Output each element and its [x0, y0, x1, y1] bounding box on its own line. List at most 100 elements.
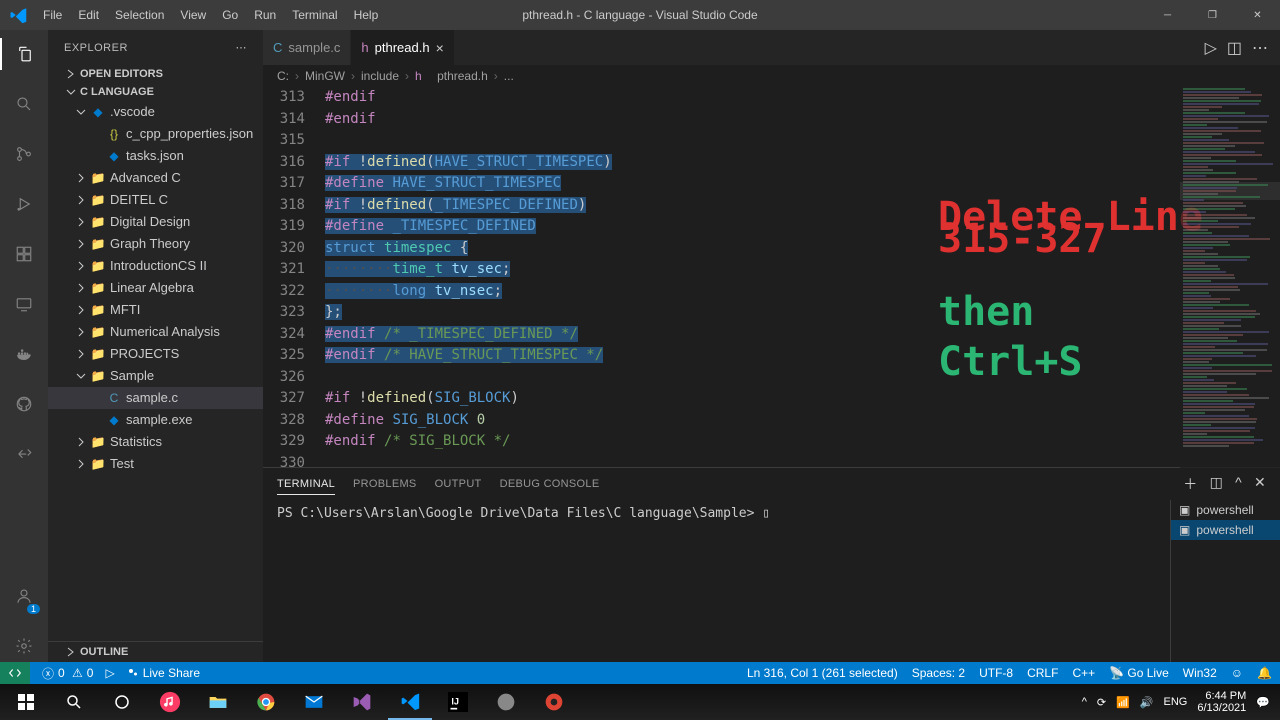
mail-icon[interactable] — [292, 684, 336, 720]
explorer-icon[interactable] — [0, 38, 48, 70]
indentation[interactable]: Spaces: 2 — [912, 666, 965, 680]
project-section[interactable]: C LANGUAGE — [48, 83, 263, 101]
new-terminal-icon[interactable]: ＋ — [1183, 474, 1197, 494]
notifications-icon[interactable]: 🔔 — [1257, 666, 1272, 680]
menu-help[interactable]: Help — [346, 8, 387, 22]
go-live[interactable]: 📡 Go Live — [1109, 666, 1169, 680]
live-share[interactable]: Live Share — [127, 666, 200, 680]
open-editors-section[interactable]: OPEN EDITORS — [48, 65, 263, 83]
app-icon[interactable] — [484, 684, 528, 720]
chrome-icon[interactable] — [244, 684, 288, 720]
feedback-icon[interactable]: ☺ — [1231, 666, 1243, 680]
menu-go[interactable]: Go — [214, 8, 246, 22]
tab-more-icon[interactable]: ⋯ — [1252, 38, 1268, 58]
platform[interactable]: Win32 — [1183, 666, 1217, 680]
intellij-icon[interactable]: IJ — [436, 684, 480, 720]
language-mode[interactable]: C++ — [1072, 666, 1095, 680]
tree-item[interactable]: 📁Numerical Analysis — [48, 321, 263, 343]
tree-item[interactable]: 📁IntroductionCS II — [48, 255, 263, 277]
search-icon[interactable] — [0, 88, 48, 120]
cortana-icon[interactable] — [100, 684, 144, 720]
tree-item[interactable]: 📁DEITEL C — [48, 189, 263, 211]
clock[interactable]: 6:44 PM 6/13/2021 — [1197, 690, 1246, 714]
tree-item[interactable]: {}c_cpp_properties.json — [48, 123, 263, 145]
outline-section[interactable]: OUTLINE — [48, 641, 263, 662]
tree-item[interactable]: 📁Statistics — [48, 431, 263, 453]
tree-item[interactable]: 📁MFTI — [48, 299, 263, 321]
tree-item[interactable]: 📁Digital Design — [48, 211, 263, 233]
overlay-instruction-green: Ctrl+S — [938, 352, 1083, 374]
notifications-taskbar-icon[interactable]: 💬 — [1256, 696, 1270, 709]
remote-indicator[interactable] — [0, 662, 30, 684]
run-debug-icon[interactable] — [0, 188, 48, 220]
close-panel-icon[interactable]: ✕ — [1254, 474, 1266, 494]
tray-network-icon[interactable]: 📶 — [1116, 696, 1130, 709]
run-status[interactable]: ▷ — [105, 666, 114, 680]
tree-item[interactable]: 📁Linear Algebra — [48, 277, 263, 299]
run-play-icon[interactable]: ▷ — [1205, 38, 1217, 58]
close-button[interactable]: ✕ — [1235, 0, 1280, 30]
panel-tab-terminal[interactable]: TERMINAL — [277, 474, 335, 495]
tree-item[interactable]: 📁PROJECTS — [48, 343, 263, 365]
source-control-icon[interactable] — [0, 138, 48, 170]
split-editor-icon[interactable]: ◫ — [1227, 38, 1242, 58]
menu-file[interactable]: File — [35, 8, 70, 22]
errors-warnings[interactable]: ⓧ 0 ⚠ 0 — [42, 665, 93, 682]
close-tab-icon[interactable]: × — [436, 40, 444, 56]
accounts-icon[interactable]: 1 — [0, 580, 48, 612]
settings-gear-icon[interactable] — [0, 630, 48, 662]
panel-tab-output[interactable]: OUTPUT — [435, 474, 482, 494]
tray-volume-icon[interactable]: 🔊 — [1140, 696, 1154, 709]
split-terminal-icon[interactable]: ◫ — [1210, 474, 1224, 494]
vscode-logo-icon — [0, 6, 35, 24]
cursor-position[interactable]: Ln 316, Col 1 (261 selected) — [747, 666, 898, 680]
editor-tab[interactable]: hpthread.h× — [351, 30, 454, 65]
tree-item[interactable]: 📁Advanced C — [48, 167, 263, 189]
docker-icon[interactable] — [0, 338, 48, 370]
explorer-more-icon[interactable]: ⋯ — [236, 41, 248, 54]
github-icon[interactable] — [0, 388, 48, 420]
maximize-button[interactable]: ❐ — [1190, 0, 1235, 30]
system-tray: ^ ⟳ 📶 🔊 ENG 6:44 PM 6/13/2021 💬 — [1082, 690, 1276, 714]
tray-language[interactable]: ENG — [1164, 696, 1188, 708]
terminal-item[interactable]: ▣powershell — [1171, 500, 1280, 520]
app-icon[interactable] — [532, 684, 576, 720]
menu-run[interactable]: Run — [246, 8, 284, 22]
menu-selection[interactable]: Selection — [107, 8, 172, 22]
remote-explorer-icon[interactable] — [0, 288, 48, 320]
shell-icon: ▣ — [1179, 523, 1190, 537]
start-button[interactable] — [4, 684, 48, 720]
extensions-icon[interactable] — [0, 238, 48, 270]
maximize-panel-icon[interactable]: ^ — [1235, 474, 1242, 494]
minimize-button[interactable]: ─ — [1145, 0, 1190, 30]
search-taskbar-icon[interactable] — [52, 684, 96, 720]
tree-item[interactable]: ◆sample.exe — [48, 409, 263, 431]
live-share-icon[interactable] — [0, 438, 48, 470]
menu-edit[interactable]: Edit — [70, 8, 107, 22]
menu-view[interactable]: View — [172, 8, 214, 22]
encoding[interactable]: UTF-8 — [979, 666, 1013, 680]
breadcrumb[interactable]: C:› MinGW› include› h pthread.h› ... — [263, 65, 1280, 87]
terminal-list: ▣powershell ▣powershell — [1170, 500, 1280, 662]
panel-tab-problems[interactable]: PROBLEMS — [353, 474, 417, 494]
menu-terminal[interactable]: Terminal — [284, 8, 345, 22]
code-area[interactable]: 3133143153163173183193203213223233243253… — [263, 87, 1280, 467]
tree-item[interactable]: 📁Graph Theory — [48, 233, 263, 255]
vscode-taskbar-icon[interactable] — [388, 684, 432, 720]
minimap[interactable] — [1180, 87, 1280, 477]
itunes-icon[interactable] — [148, 684, 192, 720]
tree-item[interactable]: 📁Sample — [48, 365, 263, 387]
tree-item[interactable]: ◆tasks.json — [48, 145, 263, 167]
editor-tab[interactable]: Csample.c — [263, 30, 351, 65]
terminal-output[interactable]: PS C:\Users\Arslan\Google Drive\Data Fil… — [263, 500, 1170, 662]
terminal-item[interactable]: ▣powershell — [1171, 520, 1280, 540]
eol[interactable]: CRLF — [1027, 666, 1058, 680]
tree-item[interactable]: Csample.c — [48, 387, 263, 409]
visual-studio-icon[interactable] — [340, 684, 384, 720]
panel-tab-debug[interactable]: DEBUG CONSOLE — [500, 474, 600, 494]
tree-item[interactable]: ◆.vscode — [48, 101, 263, 123]
file-explorer-icon[interactable] — [196, 684, 240, 720]
tray-chevron-icon[interactable]: ^ — [1082, 696, 1087, 708]
tree-item[interactable]: 📁Test — [48, 453, 263, 475]
tray-sync-icon[interactable]: ⟳ — [1097, 696, 1106, 709]
